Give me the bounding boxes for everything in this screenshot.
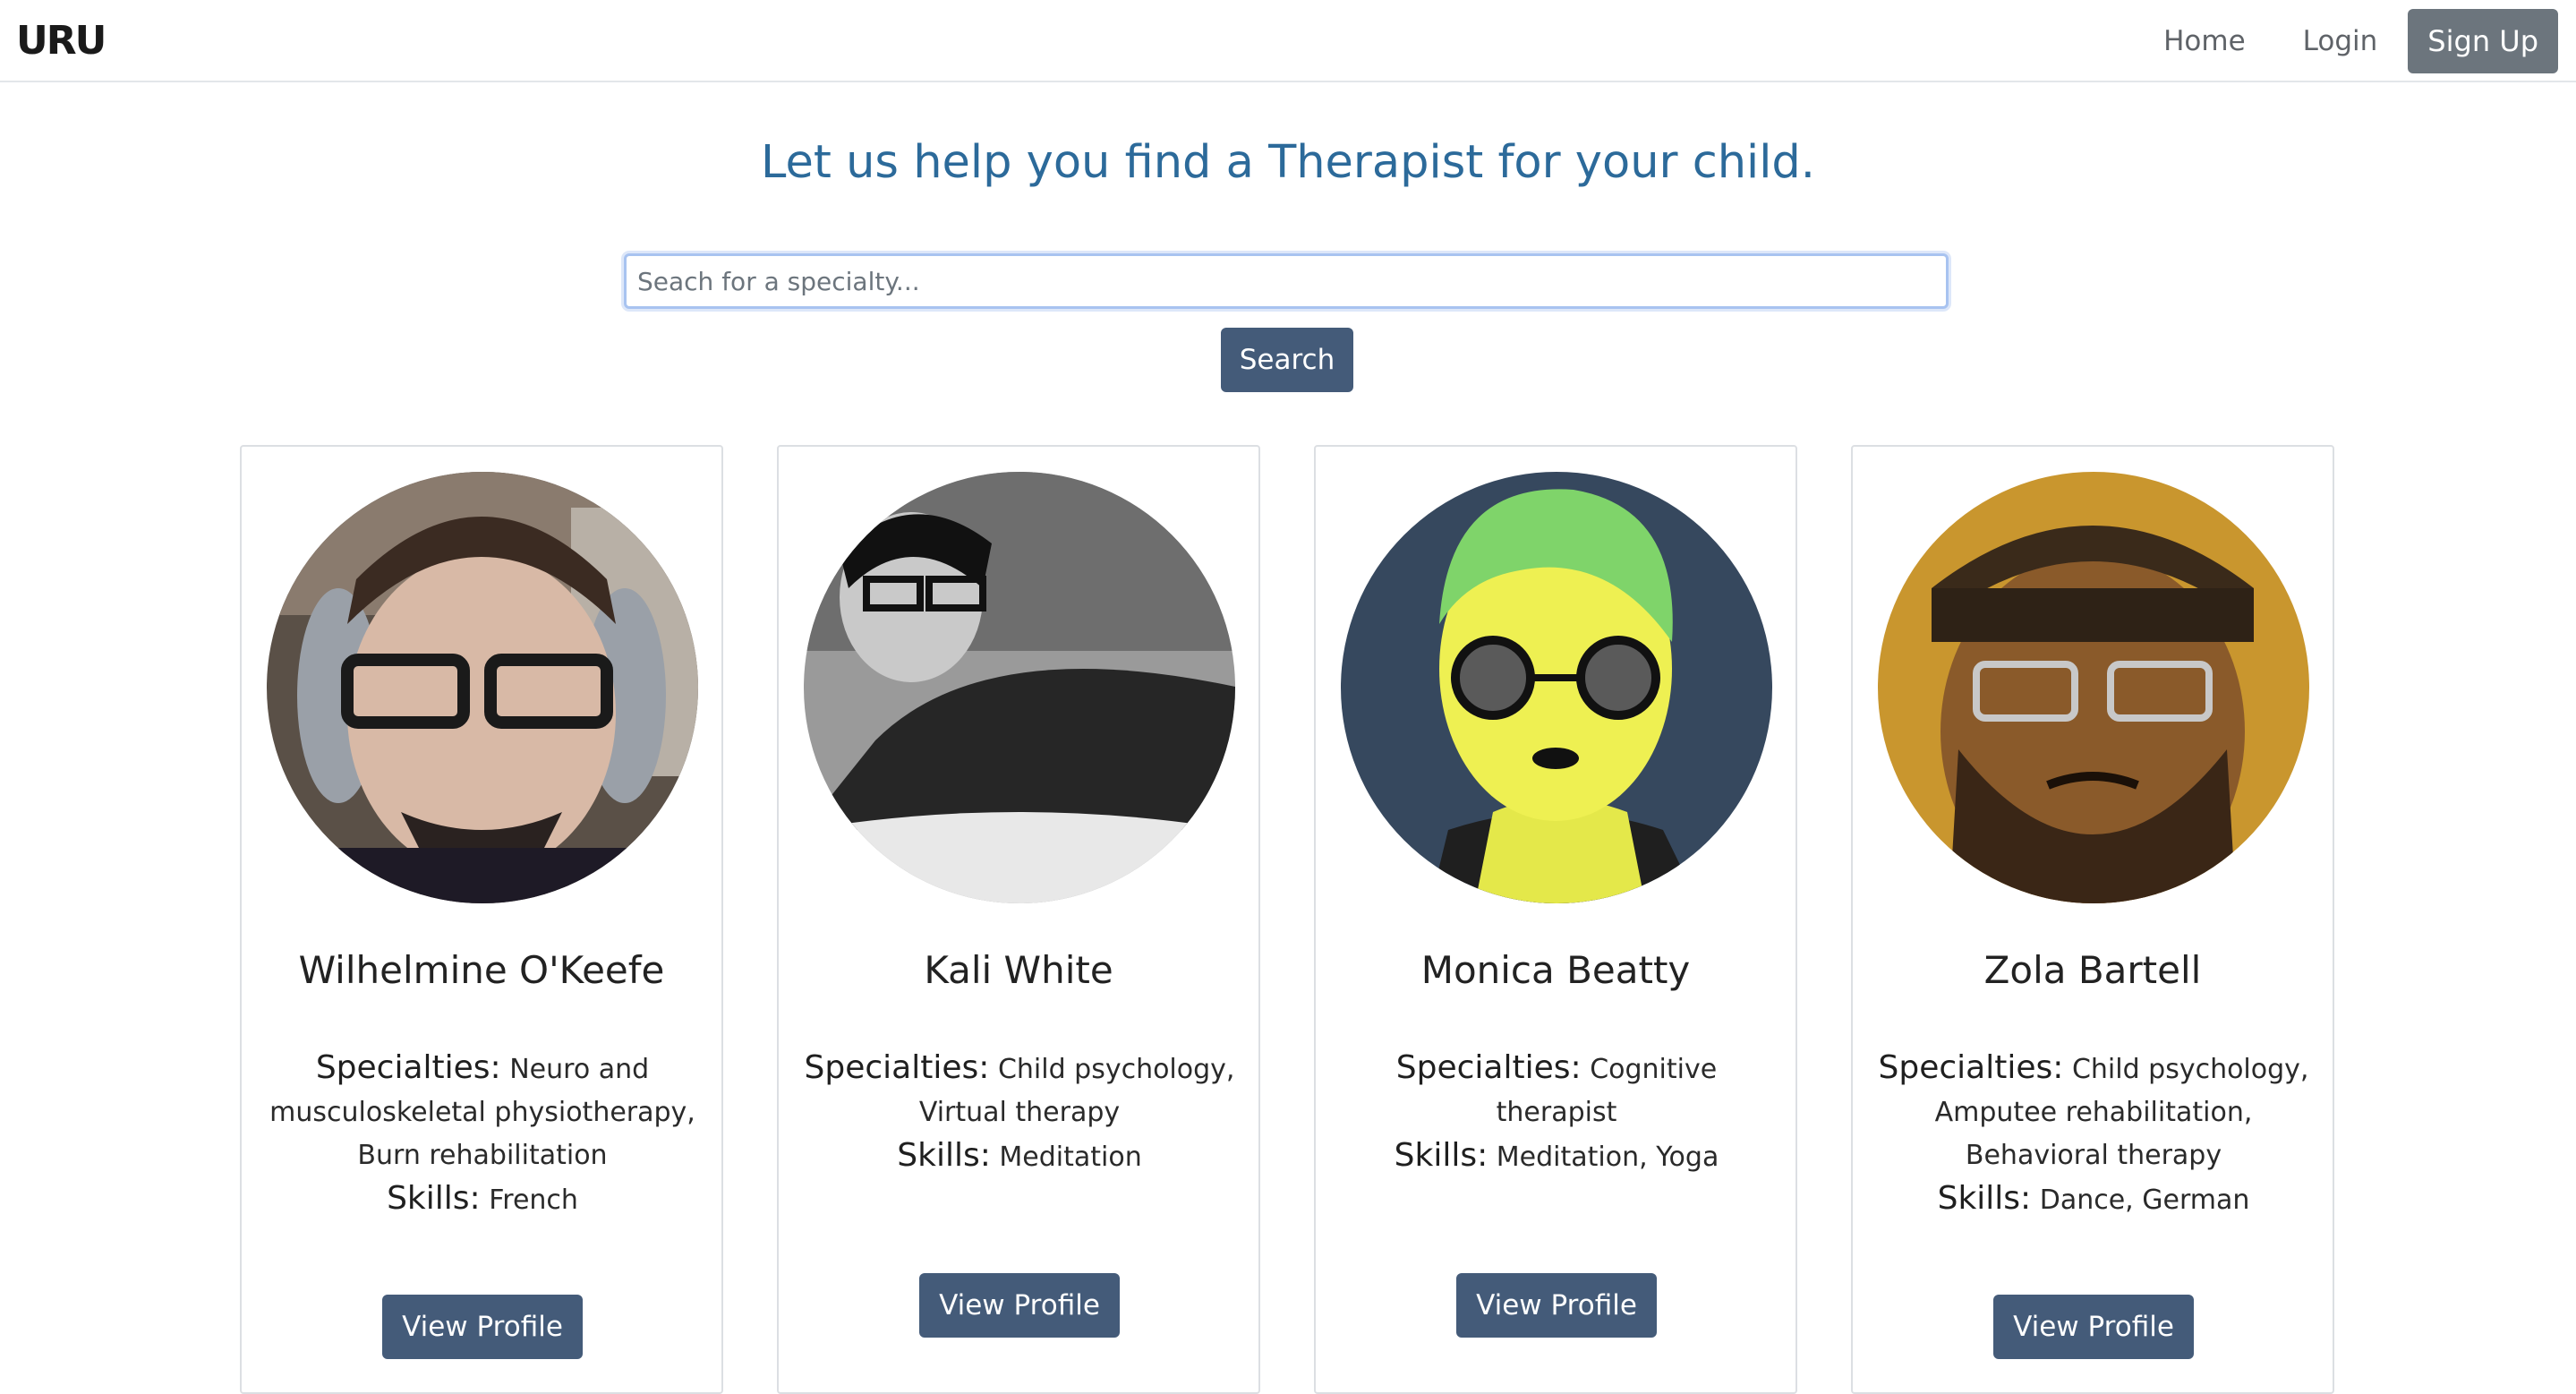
- therapist-details: Specialties: Cognitive therapist Skills:…: [1337, 1047, 1776, 1179]
- therapist-card: Kali White Specialties: Child psychology…: [777, 445, 1260, 1394]
- skills-label: Skills:: [1937, 1180, 2032, 1217]
- specialties-label: Specialties:: [1395, 1049, 1582, 1086]
- skills-value: Meditation, Yoga: [1496, 1142, 1719, 1173]
- skills-value: French: [489, 1184, 578, 1216]
- skills-label: Skills:: [387, 1180, 481, 1217]
- nav-home-link[interactable]: Home: [2135, 25, 2274, 57]
- specialties-label: Specialties:: [1878, 1049, 2064, 1086]
- therapist-details: Specialties: Neuro and musculoskeletal p…: [263, 1047, 702, 1222]
- therapist-details: Specialties: Child psychology, Amputee r…: [1874, 1047, 2313, 1222]
- therapist-name: Monica Beatty: [1420, 948, 1691, 992]
- view-profile-button[interactable]: View Profile: [919, 1273, 1120, 1338]
- specialty-search-input[interactable]: [624, 253, 1949, 309]
- skills-value: Meditation: [999, 1142, 1142, 1173]
- view-profile-button[interactable]: View Profile: [1993, 1295, 2194, 1359]
- view-profile-button[interactable]: View Profile: [382, 1295, 583, 1359]
- therapist-card: Monica Beatty Specialties: Cognitive the…: [1314, 445, 1797, 1394]
- avatar: [1878, 472, 2309, 903]
- therapist-name: Kali White: [924, 948, 1113, 992]
- therapist-name: Zola Bartell: [1983, 948, 2202, 992]
- therapist-card: Zola Bartell Specialties: Child psycholo…: [1851, 445, 2334, 1394]
- therapist-details: Specialties: Child psychology, Virtual t…: [800, 1047, 1239, 1179]
- skills-label: Skills:: [897, 1137, 991, 1174]
- skills-label: Skills:: [1394, 1137, 1488, 1174]
- uru-logo[interactable]: URU: [16, 18, 107, 64]
- avatar: [804, 472, 1235, 903]
- view-profile-button[interactable]: View Profile: [1456, 1273, 1657, 1338]
- avatar: [1341, 472, 1772, 903]
- therapist-card: Wilhelmine O'Keefe Specialties: Neuro an…: [240, 445, 723, 1394]
- specialties-label: Specialties:: [804, 1049, 990, 1086]
- nav-links: Home Login Sign Up: [2135, 9, 2558, 73]
- search-button[interactable]: Search: [1221, 328, 1353, 392]
- skills-value: Dance, German: [2039, 1184, 2250, 1216]
- navbar: URU Home Login Sign Up: [0, 0, 2576, 82]
- avatar: [267, 472, 698, 903]
- specialties-label: Specialties:: [315, 1049, 501, 1086]
- nav-login-link[interactable]: Login: [2274, 25, 2407, 57]
- signup-button[interactable]: Sign Up: [2408, 9, 2558, 73]
- therapist-name: Wilhelmine O'Keefe: [298, 948, 665, 992]
- page-title: Let us help you find a Therapist for you…: [761, 136, 1815, 189]
